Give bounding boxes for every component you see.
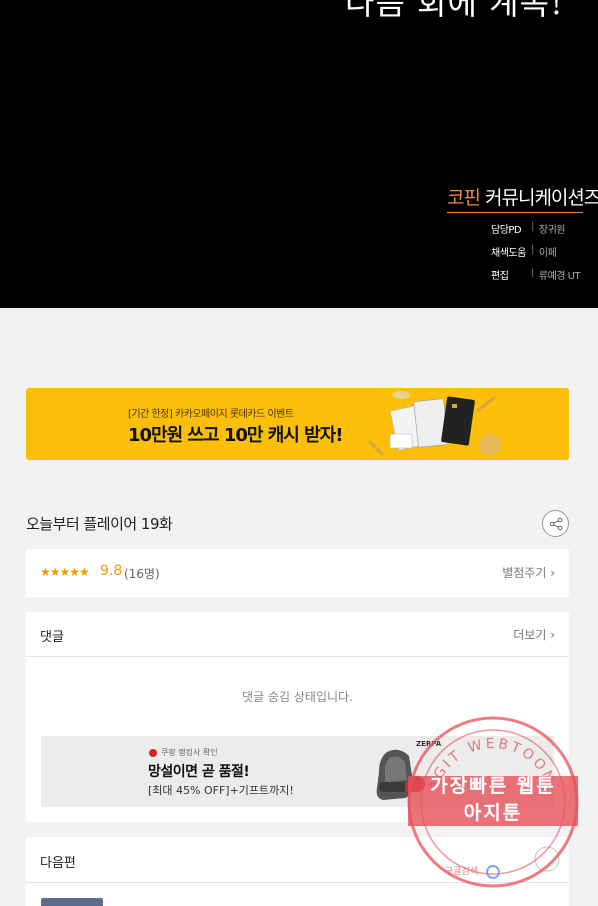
- credit-name: 이페: [538, 248, 557, 259]
- credit-role: 편집: [491, 271, 509, 282]
- credit-separator: |: [531, 221, 534, 232]
- credit-name: 장귀원: [538, 225, 566, 236]
- share-icon: [549, 517, 562, 530]
- comments-title: 댓글: [40, 630, 64, 645]
- banner-subtitle: [기간 한정] 카카오페이지 롯데카드 이벤트: [128, 409, 294, 420]
- credit-role: 채색도움: [491, 248, 526, 259]
- comments-more-link[interactable]: 더보기 ›: [513, 626, 555, 643]
- banner-headline: 10만원 쓰고 10만 캐시 받자!: [128, 425, 343, 446]
- rate-button[interactable]: 별점주기 ›: [502, 564, 555, 581]
- episode-header: 오늘부터 플레이어 19화: [26, 508, 569, 538]
- event-banner[interactable]: [기간 한정] 카카오페이지 롯데카드 이벤트 10만원 쓰고 10만 캐시 받…: [26, 388, 569, 460]
- next-episode-panel: 다음편: [26, 837, 569, 906]
- credit-separator: |: [531, 267, 534, 278]
- ad-headline: 망설이면 곧 품절!: [148, 764, 250, 780]
- rating-stars: ★★★★★: [40, 565, 90, 579]
- ad-description: [최대 45% OFF]+기프트까지!: [148, 784, 294, 797]
- ad-tag-text: 쿠팡 랭킹사 확인: [161, 748, 218, 757]
- webtoon-last-cut: 다음 회에 계속! 코핀 커뮤니케이션즈 담당PD | 장귀원 채색도움 | 이페 편집…: [0, 0, 598, 308]
- rating-score: 9.8: [100, 563, 123, 579]
- ad-brand: ZERPA: [416, 740, 442, 748]
- rating-count: (16명): [124, 567, 160, 581]
- studio-name: 코핀 커뮤니케이션즈: [447, 183, 598, 210]
- next-episode-header: 다음편: [26, 837, 569, 883]
- ad-dot-icon: [149, 748, 157, 757]
- credit-separator: |: [531, 244, 534, 255]
- credits-divider: [447, 212, 583, 213]
- share-button[interactable]: [542, 510, 569, 537]
- comments-header: 댓글 더보기 ›: [26, 612, 569, 657]
- ad-tag: 쿠팡 랭킹사 확인: [149, 747, 218, 758]
- to-be-continued-text: 다음 회에 계속!: [345, 0, 564, 22]
- studio-brand: 코핀: [447, 187, 481, 209]
- studio-rest: 커뮤니케이션즈: [479, 187, 598, 209]
- advertisement[interactable]: 쿠팡 랭킹사 확인 망설이면 곧 품절! [최대 45% OFF]+기프트까지!…: [41, 736, 554, 807]
- credit-row: 담당PD | 장귀원: [491, 221, 587, 236]
- episode-title: 오늘부터 플레이어 19화: [26, 515, 173, 533]
- credits-block: 코핀 커뮤니케이션즈 담당PD | 장귀원 채색도움 | 이페 편집 | 류예경 UT: [447, 183, 598, 282]
- credit-row: 채색도움 | 이페: [491, 244, 587, 259]
- credit-role: 담당PD: [491, 225, 522, 236]
- credit-name: 류예경 UT: [538, 271, 581, 282]
- next-episode-title: 다음편: [40, 856, 76, 871]
- next-episode-thumbnail[interactable]: [41, 898, 103, 906]
- massage-chair-image: [376, 749, 425, 800]
- comments-panel: 댓글 더보기 › 댓글 숨김 상태입니다. 쿠팡 랭킹사 확인 망설이면 곧 품…: [26, 612, 569, 822]
- cards-illustration: [368, 391, 501, 456]
- rating-panel: ★★★★★ 9.8 (16명) 별점주기 ›: [26, 549, 569, 597]
- comments-hidden-message: 댓글 숨김 상태입니다.: [242, 690, 353, 704]
- credit-row: 편집 | 류예경 UT: [491, 267, 587, 282]
